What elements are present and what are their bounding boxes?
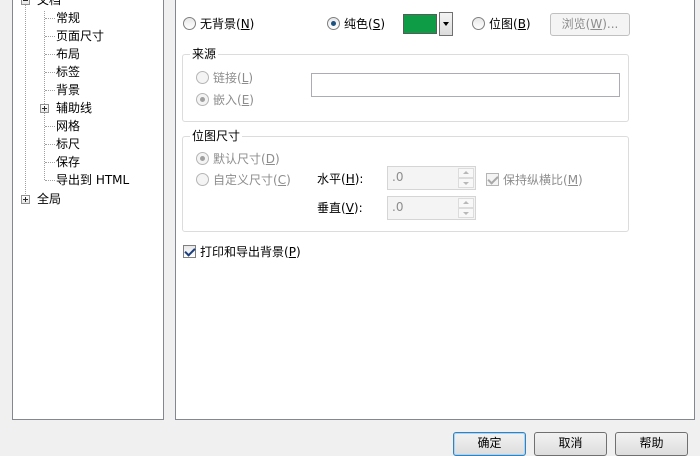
arrow-down-icon <box>463 182 469 185</box>
source-group-title: 来源 <box>190 47 219 61</box>
color-picker[interactable] <box>401 12 453 36</box>
tree-item-label: 标签 <box>56 65 81 79</box>
tree-connector <box>25 1 26 200</box>
vertical-spinbox[interactable]: .0 <box>387 196 476 220</box>
horizontal-value: .0 <box>392 170 404 184</box>
tree-connector <box>45 162 55 163</box>
print-export-background-label[interactable]: 打印和导出背景(P) <box>200 244 301 260</box>
embed-radio[interactable] <box>196 93 209 106</box>
expand-icon[interactable] <box>21 195 30 204</box>
browse-button[interactable]: 浏览(W)... <box>550 13 630 36</box>
bitmap-radio[interactable] <box>472 17 485 30</box>
background-settings-panel: 无背景(N) 纯色(S) 位图(B) 浏览(W)... 来源 链接(L) 嵌入(… <box>175 0 695 420</box>
tree-connector <box>45 36 55 37</box>
solid-color-label[interactable]: 纯色(S) <box>344 16 385 32</box>
tree-item-label: 文档 <box>37 0 62 7</box>
tree-connector <box>45 180 55 181</box>
default-size-label[interactable]: 默认尺寸(D) <box>213 151 280 167</box>
color-dropdown-button[interactable] <box>439 12 453 36</box>
vertical-value: .0 <box>392 200 404 214</box>
arrow-up-icon <box>463 201 469 204</box>
tree-connector <box>45 72 55 73</box>
tree-item-label: 布局 <box>56 47 81 61</box>
custom-size-radio[interactable] <box>196 173 209 186</box>
tree-item-global[interactable]: 全局 <box>37 190 61 208</box>
spin-down-button[interactable] <box>458 178 474 188</box>
horizontal-spinbox[interactable]: .0 <box>387 166 476 190</box>
arrow-up-icon <box>463 171 469 174</box>
custom-size-label[interactable]: 自定义尺寸(C) <box>213 172 291 188</box>
tree-item-background[interactable]: 背景 <box>56 81 80 99</box>
tree-item-general[interactable]: 常规 <box>56 9 80 27</box>
bitmap-label[interactable]: 位图(B) <box>489 16 531 32</box>
ok-button[interactable]: 确定 <box>453 432 526 456</box>
spin-down-button[interactable] <box>458 208 474 218</box>
vertical-label: 垂直(V): <box>317 201 363 215</box>
cancel-button[interactable]: 取消 <box>534 432 607 456</box>
tree-item-label: 网格 <box>56 119 81 133</box>
solid-color-radio[interactable] <box>327 17 340 30</box>
tree-item-page-size[interactable]: 页面尺寸 <box>56 27 104 45</box>
tree-item-label: 全局 <box>37 192 62 206</box>
no-background-radio[interactable] <box>183 17 196 30</box>
source-path-input[interactable] <box>311 73 620 97</box>
link-radio[interactable] <box>196 71 209 84</box>
embed-label[interactable]: 嵌入(E) <box>213 92 254 108</box>
tree-item-label: 导出到 HTML <box>56 173 130 187</box>
tree-item-label: 常规 <box>56 11 81 25</box>
no-background-label[interactable]: 无背景(N) <box>200 16 254 32</box>
spin-up-button[interactable] <box>458 198 474 208</box>
tree-item-label: 背景 <box>56 83 81 97</box>
print-export-background-checkbox[interactable] <box>183 245 196 258</box>
keep-aspect-ratio-label[interactable]: 保持纵横比(M) <box>503 172 583 188</box>
collapse-icon[interactable] <box>21 0 30 5</box>
tree-item-label: 页面尺寸 <box>56 29 105 43</box>
tree-item-rulers[interactable]: 标尺 <box>56 135 80 153</box>
tree-item-export-html[interactable]: 导出到 HTML <box>56 171 129 189</box>
dropdown-arrow-icon <box>443 22 449 26</box>
tree-item-labels[interactable]: 标签 <box>56 63 80 81</box>
tree-item-label: 标尺 <box>56 137 81 151</box>
tree-item-label: 保存 <box>56 155 81 169</box>
tree-connector <box>45 126 55 127</box>
default-size-radio[interactable] <box>196 152 209 165</box>
tree-connector <box>45 54 55 55</box>
settings-tree[interactable]: 文档 常规 页面尺寸 布局 标签 背景 辅助线 网格 标尺 保存 导出到 HTM… <box>12 0 164 420</box>
tree-item-layout[interactable]: 布局 <box>56 45 80 63</box>
tree-item-document[interactable]: 文档 <box>37 0 61 9</box>
tree-item-grid[interactable]: 网格 <box>56 117 80 135</box>
arrow-down-icon <box>463 212 469 215</box>
tree-connector <box>45 90 55 91</box>
keep-aspect-ratio-checkbox[interactable] <box>486 173 499 186</box>
expand-icon[interactable] <box>40 104 49 113</box>
tree-item-save[interactable]: 保存 <box>56 153 80 171</box>
spin-up-button[interactable] <box>458 168 474 178</box>
tree-item-guidelines[interactable]: 辅助线 <box>56 99 92 117</box>
color-swatch[interactable] <box>403 14 437 34</box>
tree-item-label: 辅助线 <box>56 101 93 115</box>
tree-connector <box>45 144 55 145</box>
link-label[interactable]: 链接(L) <box>213 70 253 86</box>
bitmap-size-group-title: 位图尺寸 <box>190 129 243 143</box>
help-button[interactable]: 帮助 <box>615 432 688 456</box>
horizontal-label: 水平(H): <box>317 172 364 186</box>
tree-connector <box>45 18 55 19</box>
